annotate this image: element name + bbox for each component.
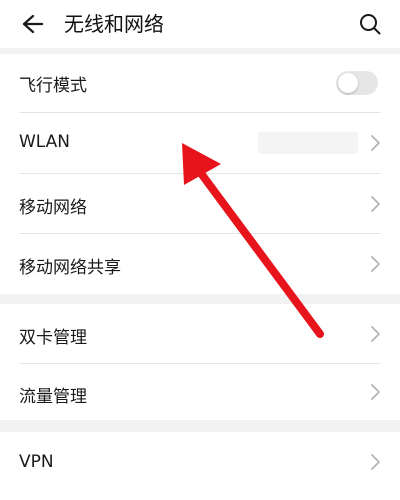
chevron-right-icon xyxy=(371,256,380,272)
dual-sim-row[interactable]: 双卡管理 xyxy=(0,304,400,363)
airplane-mode-row[interactable]: 飞行模式 xyxy=(0,54,400,112)
data-usage-row[interactable]: 流量管理 xyxy=(0,364,400,420)
search-icon xyxy=(360,14,381,35)
mobile-network-row[interactable]: 移动网络 xyxy=(0,174,400,233)
chevron-right-icon xyxy=(371,135,380,151)
group-gap xyxy=(0,420,400,432)
wlan-row[interactable]: WLAN xyxy=(0,113,400,173)
chevron-right-icon xyxy=(371,454,380,470)
airplane-mode-toggle[interactable] xyxy=(336,71,378,95)
vpn-label: VPN xyxy=(19,452,54,472)
dual-sim-label: 双卡管理 xyxy=(19,328,87,348)
chevron-right-icon xyxy=(371,384,380,400)
back-arrow-icon xyxy=(22,14,43,34)
search-button[interactable] xyxy=(354,8,386,40)
chevron-right-icon xyxy=(371,326,380,342)
mobile-hotspot-label: 移动网络共享 xyxy=(19,258,121,278)
data-usage-label: 流量管理 xyxy=(19,387,87,407)
page-title: 无线和网络 xyxy=(64,12,164,36)
group-gap xyxy=(0,294,400,304)
mobile-hotspot-row[interactable]: 移动网络共享 xyxy=(0,234,400,294)
toggle-knob xyxy=(338,73,358,93)
vpn-row[interactable]: VPN xyxy=(0,432,400,500)
chevron-right-icon xyxy=(371,196,380,212)
wlan-status-value xyxy=(258,132,358,154)
mobile-network-label: 移动网络 xyxy=(19,198,87,218)
app-header: 无线和网络 xyxy=(0,0,400,48)
back-button[interactable] xyxy=(16,8,48,40)
airplane-mode-label: 飞行模式 xyxy=(19,76,87,96)
wlan-label: WLAN xyxy=(19,132,71,152)
